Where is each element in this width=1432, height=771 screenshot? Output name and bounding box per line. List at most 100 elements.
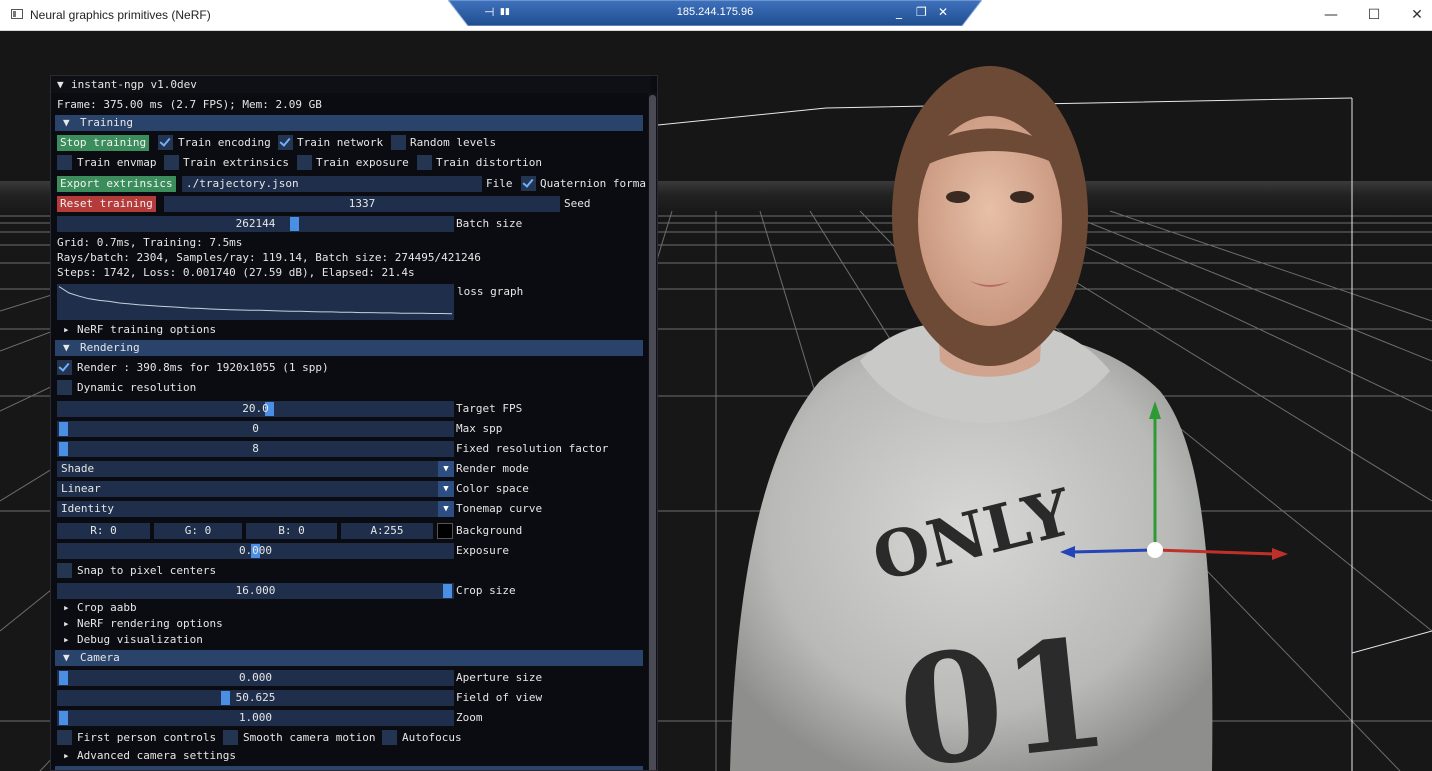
exposure-slider[interactable]: 0.000 bbox=[57, 543, 454, 559]
train-extrinsics-checkbox[interactable] bbox=[164, 155, 179, 170]
train-exposure-label: Train exposure bbox=[316, 156, 409, 169]
train-exposure-checkbox[interactable] bbox=[297, 155, 312, 170]
max-spp-slider-grab[interactable] bbox=[59, 422, 68, 436]
render-mode-select[interactable]: Shade ▼ bbox=[57, 461, 454, 477]
training-header[interactable]: ▼ Training bbox=[55, 115, 643, 131]
batch-size-slider-grab[interactable] bbox=[290, 217, 299, 231]
render-mode-label: Render mode bbox=[456, 462, 529, 475]
loss-graph[interactable] bbox=[57, 284, 454, 320]
hoodie-print-number: 01 bbox=[890, 605, 1116, 771]
smooth-camera-motion-label: Smooth camera motion bbox=[243, 731, 376, 744]
remote-close-button[interactable]: ✕ bbox=[938, 4, 948, 20]
reset-training-button[interactable]: Reset training bbox=[57, 196, 156, 212]
nerf-training-options-node[interactable]: NeRF training options bbox=[77, 322, 216, 337]
train-network-checkbox[interactable] bbox=[278, 135, 293, 150]
camera-collapse-icon[interactable]: ▼ bbox=[63, 650, 70, 666]
background-g-input[interactable]: G: 0 bbox=[154, 523, 242, 539]
aperture-size-slider-grab[interactable] bbox=[59, 671, 68, 685]
panel-title-bar[interactable]: ▼ instant-ngp v1.0dev bbox=[51, 76, 651, 93]
gizmo-center-handle[interactable] bbox=[1147, 542, 1163, 558]
minimize-button[interactable]: — bbox=[1316, 4, 1346, 26]
crop-size-slider[interactable]: 16.000 bbox=[57, 583, 454, 599]
quaternion-format-checkbox[interactable] bbox=[521, 176, 536, 191]
train-distortion-checkbox[interactable] bbox=[417, 155, 432, 170]
target-fps-slider[interactable]: 20.0 bbox=[57, 401, 454, 417]
aperture-size-slider[interactable]: 0.000 bbox=[57, 670, 454, 686]
color-space-dropdown-icon[interactable]: ▼ bbox=[438, 481, 454, 497]
seed-input[interactable]: 1337 bbox=[164, 196, 560, 212]
nerf-rendering-options-arrow-icon[interactable]: ▸ bbox=[63, 616, 70, 631]
train-envmap-checkbox[interactable] bbox=[57, 155, 72, 170]
remote-restore-button[interactable]: ❐ bbox=[916, 4, 927, 20]
render-checkbox[interactable] bbox=[57, 360, 72, 375]
crop-size-slider-grab[interactable] bbox=[443, 584, 452, 598]
debug-visualization-arrow-icon[interactable]: ▸ bbox=[63, 632, 70, 647]
field-of-view-value: 50.625 bbox=[235, 691, 276, 704]
advanced-camera-settings-arrow-icon[interactable]: ▸ bbox=[63, 748, 70, 763]
background-label: Background bbox=[456, 524, 523, 537]
maximize-button[interactable]: ☐ bbox=[1359, 4, 1389, 26]
train-encoding-checkbox[interactable] bbox=[158, 135, 173, 150]
render-label: Render : 390.8ms for 1920x1055 (1 spp) bbox=[77, 361, 329, 374]
frame-info: Frame: 375.00 ms (2.7 FPS); Mem: 2.09 GB bbox=[57, 98, 322, 111]
snap-to-pixel-checkbox[interactable] bbox=[57, 563, 72, 578]
rendering-header[interactable]: ▼ Rendering bbox=[55, 340, 643, 356]
file-label: File bbox=[486, 177, 513, 190]
app-icon bbox=[11, 9, 23, 19]
rendering-header-label: Rendering bbox=[80, 341, 140, 354]
collapse-arrow-icon[interactable]: ▼ bbox=[57, 77, 64, 92]
max-spp-label: Max spp bbox=[456, 422, 503, 435]
rendering-collapse-icon[interactable]: ▼ bbox=[63, 340, 70, 356]
tonemap-curve-dropdown-icon[interactable]: ▼ bbox=[438, 501, 454, 517]
autofocus-label: Autofocus bbox=[402, 731, 462, 744]
crop-size-label: Crop size bbox=[456, 584, 516, 597]
zoom-slider[interactable]: 1.000 bbox=[57, 710, 454, 726]
autofocus-checkbox[interactable] bbox=[382, 730, 397, 745]
crop-aabb-arrow-icon[interactable]: ▸ bbox=[63, 600, 70, 615]
zoom-value: 1.000 bbox=[238, 711, 273, 724]
color-space-value: Linear bbox=[61, 482, 101, 495]
background-color-swatch[interactable] bbox=[437, 523, 453, 539]
training-collapse-icon[interactable]: ▼ bbox=[63, 115, 70, 131]
background-b-input[interactable]: B: 0 bbox=[246, 523, 337, 539]
panel-title: instant-ngp v1.0dev bbox=[71, 78, 197, 91]
dynamic-resolution-checkbox[interactable] bbox=[57, 380, 72, 395]
training-header-label: Training bbox=[80, 116, 133, 129]
trajectory-file-input[interactable]: ./trajectory.json bbox=[182, 176, 482, 192]
tonemap-curve-select[interactable]: Identity ▼ bbox=[57, 501, 454, 517]
seed-label: Seed bbox=[564, 197, 591, 210]
color-space-label: Color space bbox=[456, 482, 529, 495]
remote-minimize-button[interactable]: _ bbox=[896, 4, 902, 20]
export-extrinsics-button[interactable]: Export extrinsics bbox=[57, 176, 176, 192]
close-button[interactable]: ✕ bbox=[1402, 4, 1432, 26]
zoom-slider-grab[interactable] bbox=[59, 711, 68, 725]
snapshot-header-partial[interactable] bbox=[55, 766, 643, 770]
instant-ngp-panel[interactable]: ▼ instant-ngp v1.0dev Frame: 375.00 ms (… bbox=[50, 75, 658, 771]
background-a-input[interactable]: A:255 bbox=[341, 523, 433, 539]
batch-size-slider[interactable]: 262144 bbox=[57, 216, 454, 232]
first-person-controls-checkbox[interactable] bbox=[57, 730, 72, 745]
camera-header[interactable]: ▼ Camera bbox=[55, 650, 643, 666]
max-spp-slider[interactable]: 0 bbox=[57, 421, 454, 437]
nerf-rendering-options-node[interactable]: NeRF rendering options bbox=[77, 616, 223, 631]
loss-graph-plot bbox=[58, 286, 453, 315]
fixed-resolution-slider[interactable]: 8 bbox=[57, 441, 454, 457]
field-of-view-slider[interactable]: 50.625 bbox=[57, 690, 454, 706]
nerf-training-options-arrow-icon[interactable]: ▸ bbox=[63, 322, 70, 337]
crop-aabb-node[interactable]: Crop aabb bbox=[77, 600, 137, 615]
panel-scrollbar[interactable] bbox=[648, 93, 657, 770]
field-of-view-slider-grab[interactable] bbox=[221, 691, 230, 705]
random-levels-checkbox[interactable] bbox=[391, 135, 406, 150]
debug-visualization-node[interactable]: Debug visualization bbox=[77, 632, 203, 647]
gizmo-z-axis[interactable] bbox=[1071, 548, 1156, 554]
background-r-input[interactable]: R: 0 bbox=[57, 523, 150, 539]
advanced-camera-settings-node[interactable]: Advanced camera settings bbox=[77, 748, 236, 763]
smooth-camera-motion-checkbox[interactable] bbox=[223, 730, 238, 745]
fixed-resolution-slider-grab[interactable] bbox=[59, 442, 68, 456]
color-space-select[interactable]: Linear ▼ bbox=[57, 481, 454, 497]
render-mode-dropdown-icon[interactable]: ▼ bbox=[438, 461, 454, 477]
panel-scrollbar-thumb[interactable] bbox=[649, 95, 656, 770]
stop-training-button[interactable]: Stop training bbox=[57, 135, 150, 151]
gizmo-x-arrow-icon[interactable] bbox=[1272, 548, 1288, 560]
quaternion-format-label: Quaternion forma bbox=[540, 177, 646, 190]
